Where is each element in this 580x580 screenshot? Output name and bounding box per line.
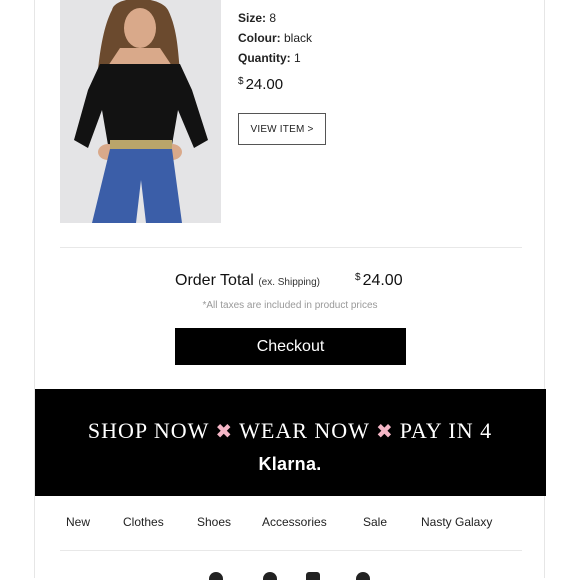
nav-item-accessories[interactable]: Accessories bbox=[262, 515, 327, 529]
checkout-button[interactable]: Checkout bbox=[175, 328, 406, 365]
divider bbox=[60, 550, 522, 551]
order-total-text: Order Total bbox=[175, 272, 254, 289]
footer-nav: New Clothes Shoes Accessories Sale Nasty… bbox=[0, 515, 580, 535]
colour-value: black bbox=[284, 31, 313, 45]
nav-item-clothes[interactable]: Clothes bbox=[123, 515, 164, 529]
quantity-value: 1 bbox=[294, 51, 301, 65]
order-total-price: $24.00 bbox=[355, 272, 403, 290]
price-value: 24.00 bbox=[245, 76, 284, 93]
product-price: $24.00 bbox=[238, 76, 312, 93]
colour-line: Colour: black bbox=[238, 30, 312, 50]
instagram-icon[interactable] bbox=[306, 572, 320, 580]
shipping-note: (ex. Shipping) bbox=[258, 277, 321, 288]
product-details: Size: 8 Colour: black Quantity: 1 $24.00 bbox=[238, 10, 312, 93]
product-photo bbox=[60, 0, 221, 223]
colour-label: Colour: bbox=[238, 31, 281, 45]
tax-note: *All taxes are included in product price… bbox=[202, 300, 378, 311]
separator-icon: ✖ bbox=[215, 419, 234, 443]
banner-pay-in-4: PAY IN 4 bbox=[399, 418, 493, 443]
product-image[interactable] bbox=[60, 0, 221, 223]
nav-item-nasty-galaxy[interactable]: Nasty Galaxy bbox=[421, 515, 492, 529]
quantity-line: Quantity: 1 bbox=[238, 50, 312, 70]
banner-wear-now: WEAR NOW bbox=[239, 418, 370, 443]
banner-shop-now: SHOP NOW bbox=[87, 418, 210, 443]
size-line: Size: 8 bbox=[238, 10, 312, 30]
separator-icon: ✖ bbox=[375, 419, 394, 443]
twitter-icon[interactable] bbox=[263, 572, 277, 580]
order-total-currency: $ bbox=[355, 272, 361, 283]
banner-headline: SHOP NOW ✖ WEAR NOW ✖ PAY IN 4 bbox=[0, 418, 580, 444]
size-value: 8 bbox=[269, 11, 277, 25]
nav-item-sale[interactable]: Sale bbox=[363, 515, 387, 529]
divider bbox=[60, 247, 522, 248]
facebook-icon[interactable] bbox=[209, 572, 223, 580]
klarna-logo: Klarna. bbox=[258, 454, 322, 474]
nav-item-shoes[interactable]: Shoes bbox=[197, 515, 231, 529]
order-total-label: Order Total (ex. Shipping) bbox=[175, 272, 320, 290]
quantity-label: Quantity: bbox=[238, 51, 291, 65]
order-total-value: 24.00 bbox=[362, 272, 403, 289]
size-label: Size: bbox=[238, 11, 267, 25]
nav-item-new[interactable]: New bbox=[66, 515, 90, 529]
view-item-button[interactable]: VIEW ITEM > bbox=[238, 113, 326, 145]
pinterest-icon[interactable] bbox=[356, 572, 370, 580]
price-currency: $ bbox=[238, 76, 244, 87]
social-icons bbox=[0, 572, 580, 580]
